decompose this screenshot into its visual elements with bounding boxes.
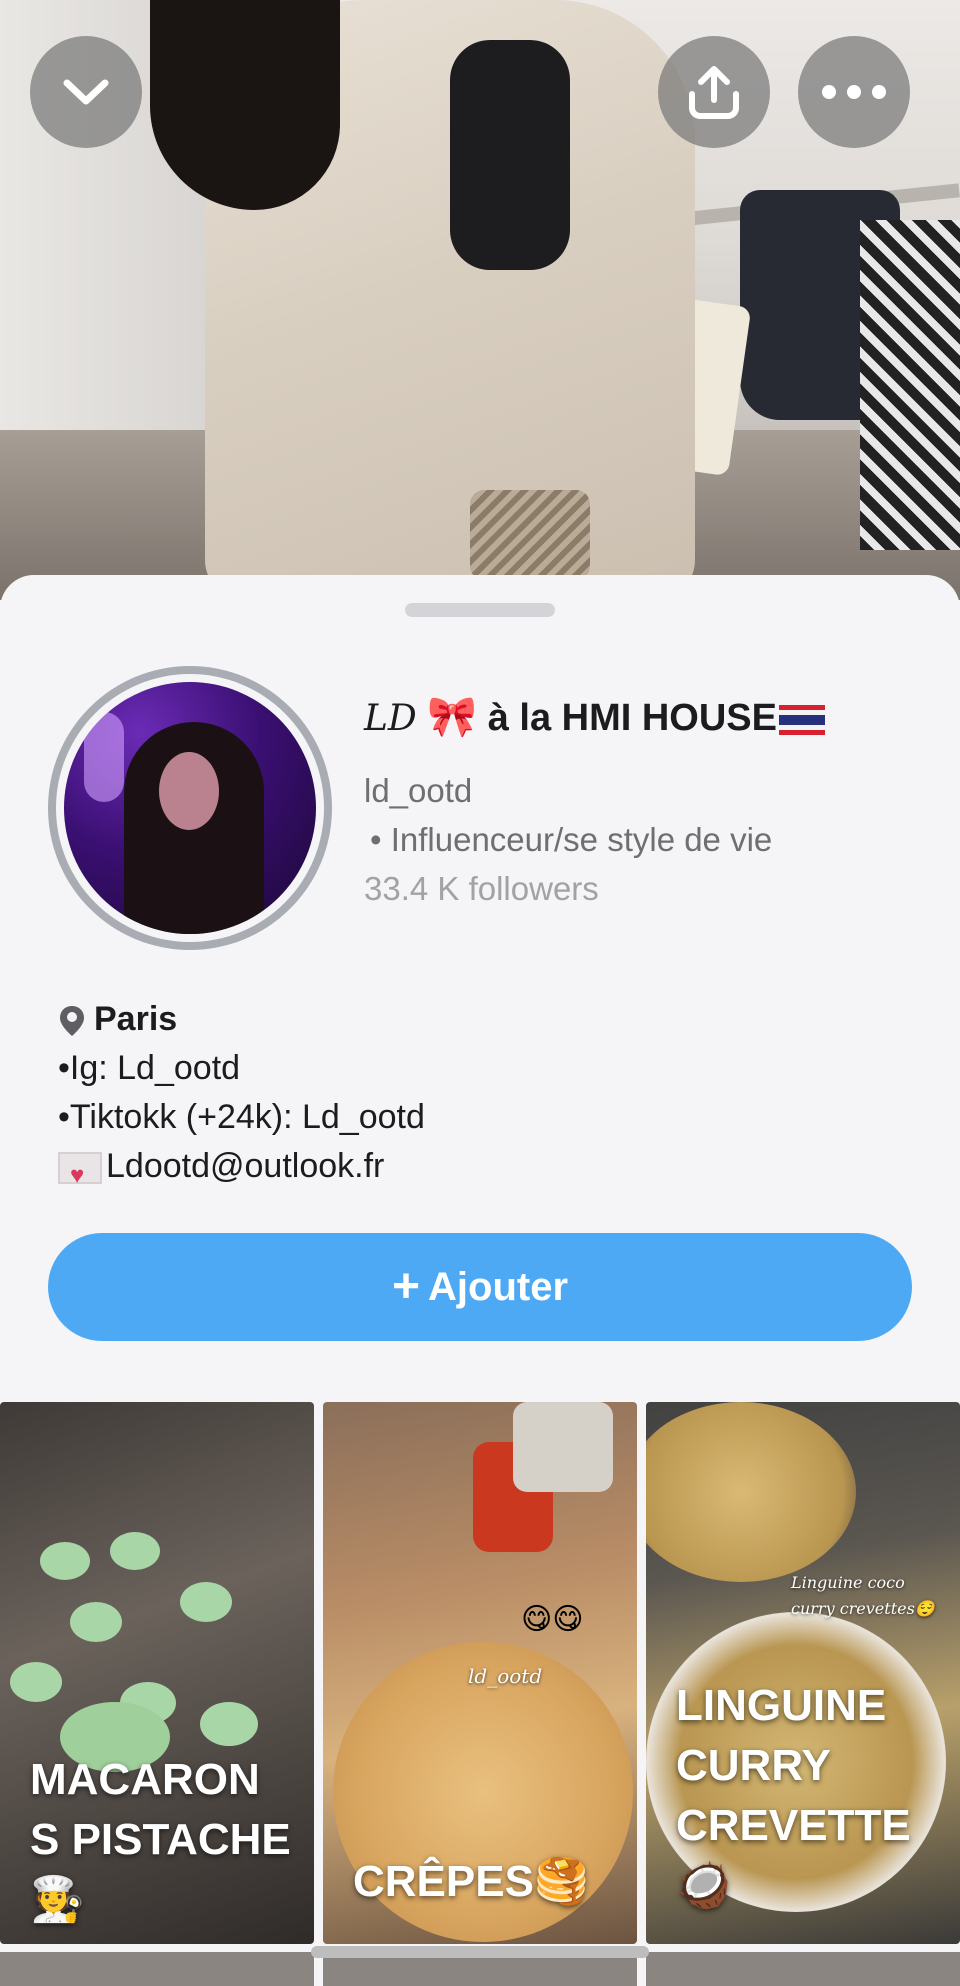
avatar[interactable] [48,666,332,950]
bio-email-line: Ldootd@outlook.fr [58,1142,425,1200]
add-button-label: Ajouter [428,1264,569,1309]
add-friend-button[interactable]: + Ajouter [48,1233,912,1341]
back-button[interactable] [30,36,142,148]
love-letter-icon [58,1151,102,1200]
bow-emoji: 🎀 [427,694,478,740]
location-pin-icon [60,1006,84,1037]
bio-tiktok: •Tiktokk (+24k): Ld_ootd [58,1098,425,1136]
bio-location: Paris [94,1000,178,1038]
avatar-photo [64,682,316,934]
bio-email[interactable]: Ldootd@outlook.fr [106,1147,384,1185]
bio-location-line: Paris [58,995,425,1044]
profile-bio: Paris •Ig: Ld_ootd •Tiktokk (+24k): Ld_o… [58,995,425,1200]
share-button[interactable] [658,36,770,148]
chevron-down-icon [63,79,109,105]
story-watermark: ld_ootd [468,1664,543,1688]
profile-category: • Influenceur/se style de vie [370,821,773,858]
sheet-grabber[interactable] [405,603,555,617]
home-indicator[interactable] [311,1946,649,1958]
profile-display-name: LD 🎀 à la HMI HOUSE [364,693,944,740]
pancakes-emoji: 🥞 [533,1856,589,1907]
coconut-emoji: 🥥 [676,1860,731,1911]
plus-icon: + [391,1260,421,1313]
chef-emoji: 🧑‍🍳 [30,1874,85,1925]
name-text: à la HMI HOUSE [477,697,777,739]
story-tile-partial[interactable] [646,1952,960,1986]
story-tile-crepes[interactable]: ld_ootd 😋😋 CRÊPES🥞 [323,1402,637,1944]
story-tile-partial[interactable] [0,1952,314,1986]
name-prefix: LD [364,698,417,739]
cover-person-top [450,40,570,270]
share-icon [689,66,739,119]
story-tile-linguine[interactable]: Linguine coco curry crevettes😌 LINGUINE … [646,1402,960,1944]
follower-count: 33.4 K followers [364,870,599,907]
story-title: LINGUINE CURRY CREVETTE 🥥 [676,1676,911,1916]
story-caption: Linguine coco curry crevettes😌 [791,1573,935,1618]
more-icon [822,85,886,99]
story-title: CRÊPES🥞 [353,1856,589,1907]
profile-username: ld_ootd [364,772,473,809]
more-options-button[interactable] [798,36,910,148]
yum-emoji: 😋😋 [521,1602,584,1637]
thailand-flag-icon [779,704,825,735]
cover-clothing-pattern [860,220,960,550]
bio-instagram: •Ig: Ld_ootd [58,1049,241,1087]
story-tile-macarons[interactable]: MACARON S PISTACHE 🧑‍🍳 [0,1402,314,1944]
cover-handbag [470,490,590,580]
story-title: MACARON S PISTACHE 🧑‍🍳 [30,1750,291,1930]
